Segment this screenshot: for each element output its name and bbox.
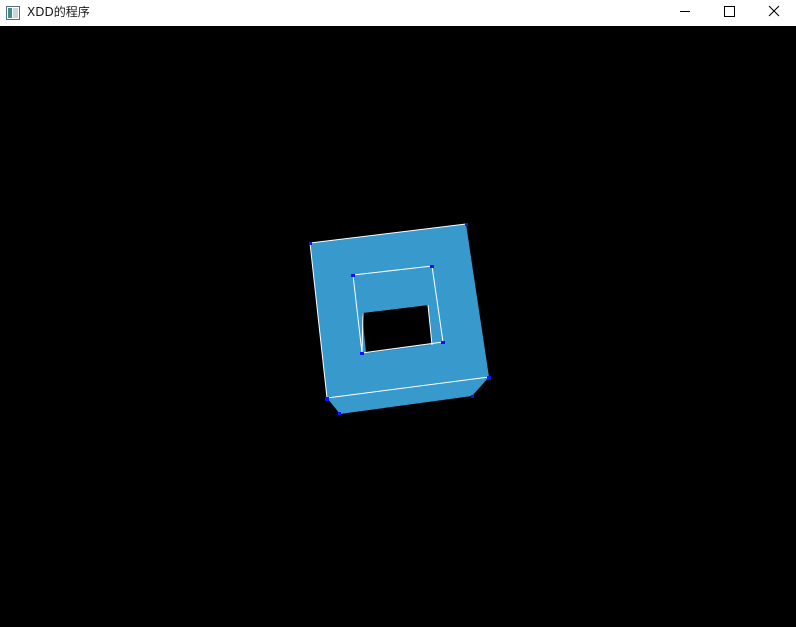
close-button[interactable] (750, 0, 796, 26)
render-canvas[interactable] (0, 26, 796, 627)
title-bar[interactable]: XDD的程序 (0, 0, 796, 26)
maximize-icon (724, 6, 735, 17)
close-icon (768, 5, 780, 17)
scene-drawing (309, 223, 491, 415)
app-window: XDD的程序 (0, 0, 796, 627)
frame-front-face (310, 224, 489, 398)
minimize-button[interactable] (662, 0, 708, 26)
maximize-button[interactable] (706, 0, 752, 26)
hole-inner-wall (353, 266, 443, 353)
window-app-icon (6, 5, 20, 20)
window-title: XDD的程序 (27, 5, 90, 19)
minimize-icon (680, 11, 690, 12)
